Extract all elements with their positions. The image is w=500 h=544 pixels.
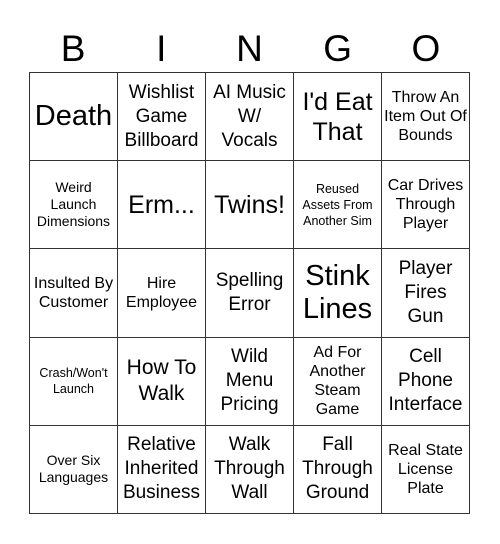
bingo-cell-o3[interactable]: Player Fires Gun — [382, 249, 470, 338]
bingo-cell-label: Real State License Plate — [388, 441, 463, 497]
bingo-cell-o1[interactable]: Throw An Item Out Of Bounds — [382, 73, 470, 162]
bingo-cell-label: I'd Eat That — [302, 87, 373, 146]
bingo-cell-label: Wild Menu Pricing — [220, 346, 279, 416]
bingo-cell-label: Relative Inherited Business — [122, 434, 201, 504]
bingo-cell-i2[interactable]: Erm... — [118, 161, 206, 250]
bingo-cell-label: Cell Phone Interface — [388, 346, 463, 416]
bingo-cell-b3[interactable]: Insulted By Customer — [30, 249, 118, 338]
bingo-cell-label: Erm... — [128, 190, 195, 219]
bingo-cell-label: Insulted By Customer — [33, 274, 114, 311]
bingo-cell-i1[interactable]: Wishlist Game Billboard — [118, 73, 206, 162]
bingo-cell-i5[interactable]: Relative Inherited Business — [118, 425, 206, 514]
bingo-cell-label: Wishlist Game Billboard — [124, 81, 199, 151]
bingo-cell-label: Fall Through Ground — [302, 434, 373, 504]
bingo-cell-n3[interactable]: Spelling Error — [206, 249, 294, 338]
bingo-cell-label: Ad For Another Steam Game — [309, 344, 366, 419]
bingo-cell-label: Throw An Item Out Of Bounds — [384, 89, 467, 145]
bingo-cell-label: Death — [34, 100, 113, 133]
bingo-cell-g1[interactable]: I'd Eat That — [294, 73, 382, 162]
bingo-cell-g4[interactable]: Ad For Another Steam Game — [294, 337, 382, 426]
bingo-card: B I N G O Death Wishlist Game Billboard AI… — [0, 0, 500, 544]
header-letter-n: N — [236, 28, 263, 69]
bingo-cell-label: Car Drives Through Player — [387, 177, 464, 233]
bingo-cell-o2[interactable]: Car Drives Through Player — [382, 161, 470, 250]
bingo-cell-i3[interactable]: Hire Employee — [118, 249, 206, 338]
bingo-cell-label: Stink Lines — [302, 259, 373, 325]
bingo-cell-label: Weird Launch Dimensions — [36, 179, 111, 230]
bingo-cell-g5[interactable]: Fall Through Ground — [294, 425, 382, 514]
bingo-header: B I N G O — [29, 26, 470, 72]
bingo-cell-label: Over Six Languages — [38, 452, 109, 486]
bingo-cell-g3[interactable]: Stink Lines — [294, 249, 382, 338]
bingo-cell-b4[interactable]: Crash/Won't Launch — [30, 337, 118, 426]
bingo-cell-label: Twins! — [214, 190, 285, 219]
bingo-cell-n1[interactable]: AI Music W/ Vocals — [206, 73, 294, 162]
bingo-cell-label: Crash/Won't Launch — [39, 366, 108, 397]
bingo-cell-n2[interactable]: Twins! — [206, 161, 294, 250]
header-letter-o: O — [411, 28, 441, 69]
bingo-cell-label: Reused Assets From Another Sim — [302, 181, 373, 228]
bingo-grid: Death Wishlist Game Billboard AI Music W/ … — [29, 72, 470, 514]
bingo-cell-b5[interactable]: Over Six Languages — [30, 425, 118, 514]
bingo-cell-b2[interactable]: Weird Launch Dimensions — [30, 161, 118, 250]
bingo-cell-label: Spelling Error — [215, 269, 284, 315]
bingo-cell-label: Walk Through Wall — [214, 434, 285, 504]
header-letter-g: G — [323, 28, 353, 69]
bingo-cell-n5[interactable]: Walk Through Wall — [206, 425, 294, 514]
bingo-cell-label: Hire Employee — [125, 274, 198, 311]
bingo-cell-o4[interactable]: Cell Phone Interface — [382, 337, 470, 426]
header-letter-i: I — [156, 28, 167, 69]
bingo-cell-o5[interactable]: Real State License Plate — [382, 425, 470, 514]
bingo-cell-label: Player Fires Gun — [398, 257, 453, 327]
bingo-cell-i4[interactable]: How To Walk — [118, 337, 206, 426]
bingo-cell-label: How To Walk — [126, 356, 197, 406]
bingo-cell-label: AI Music W/ Vocals — [213, 81, 286, 151]
header-letter-b: B — [60, 28, 86, 69]
bingo-cell-b1[interactable]: Death — [30, 73, 118, 162]
bingo-cell-g2[interactable]: Reused Assets From Another Sim — [294, 161, 382, 250]
bingo-cell-n4[interactable]: Wild Menu Pricing — [206, 337, 294, 426]
